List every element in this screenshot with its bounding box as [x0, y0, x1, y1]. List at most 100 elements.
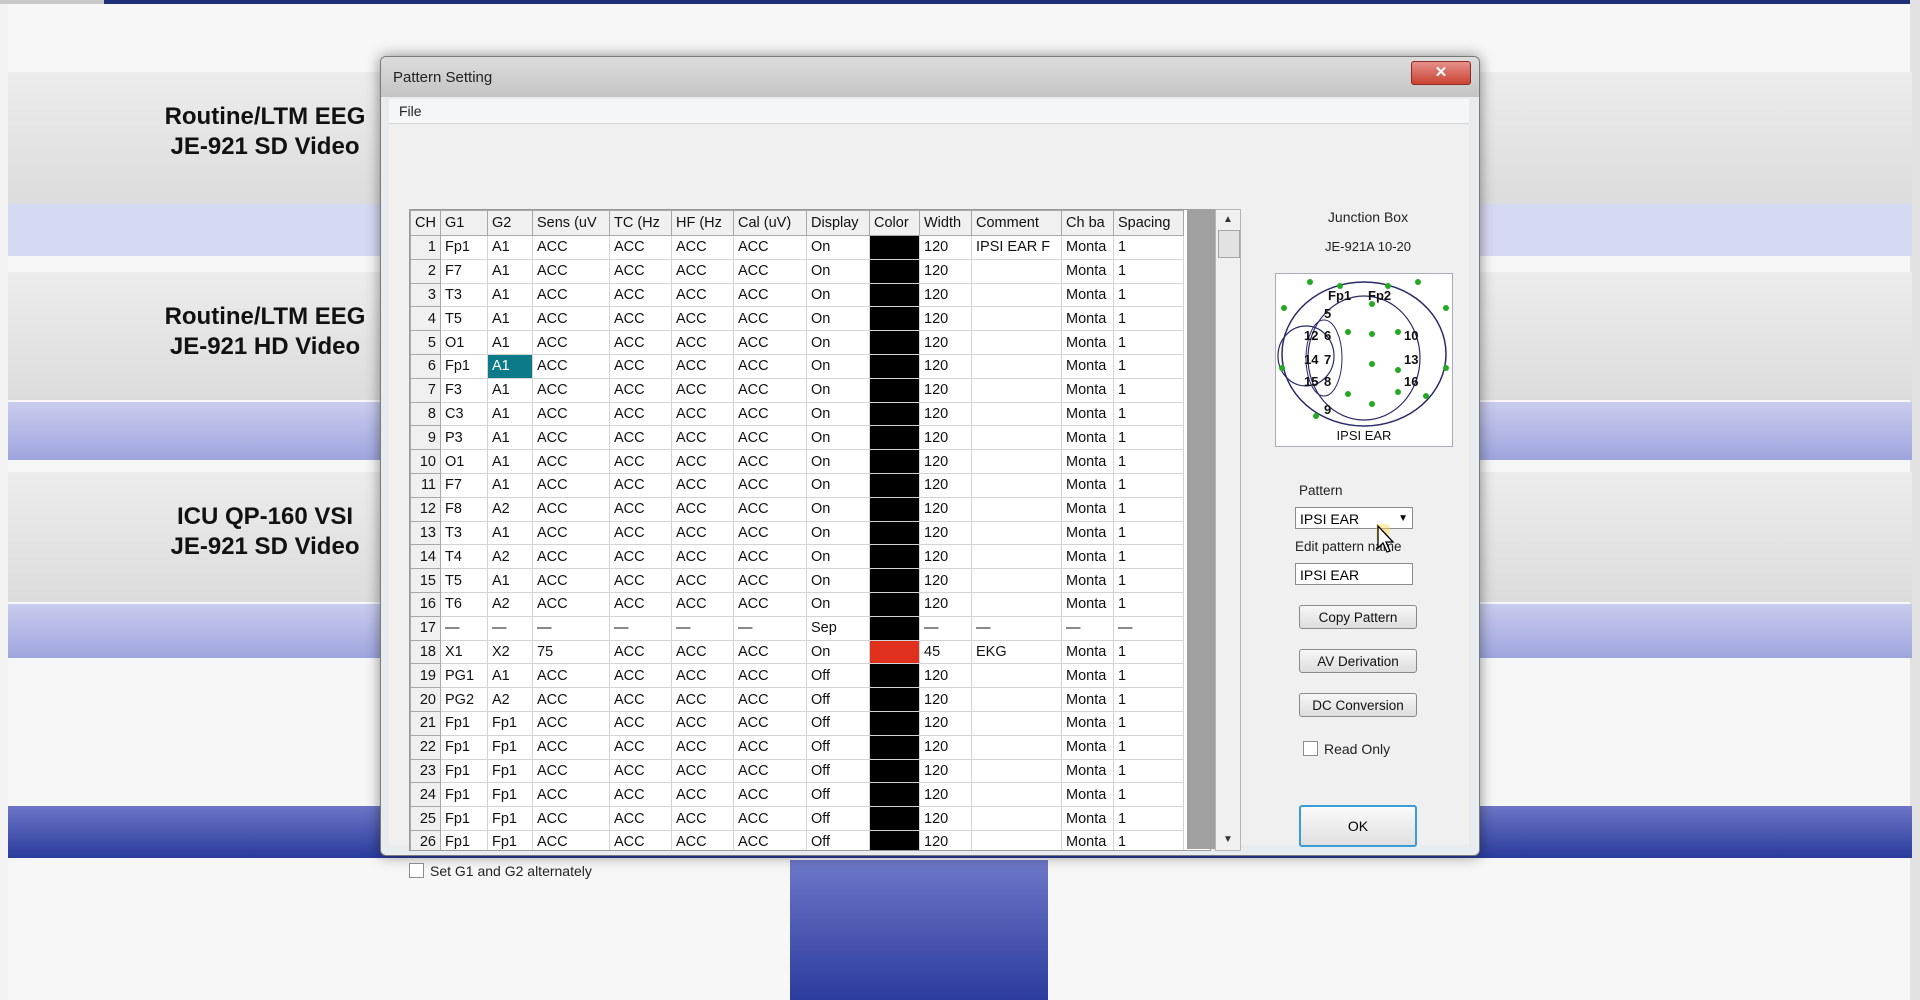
- column-header[interactable]: HF (Hz: [671, 210, 734, 236]
- column-header[interactable]: Spacing: [1113, 210, 1184, 236]
- cell-g1[interactable]: —: [440, 615, 488, 641]
- cell-cal[interactable]: ACC: [733, 663, 807, 689]
- cell-hf[interactable]: ACC: [671, 710, 734, 736]
- cell-chba[interactable]: Monta: [1061, 829, 1114, 850]
- cell-spacing[interactable]: 1: [1113, 425, 1184, 451]
- cell-cal[interactable]: ACC: [733, 687, 807, 712]
- table-row[interactable]: 24 Fp1 Fp1 ACC ACC ACC ACC Off 120 Monta 1: [410, 782, 1184, 808]
- dc-conversion-button[interactable]: DC Conversion: [1299, 693, 1417, 717]
- cell-width[interactable]: 120: [919, 353, 972, 379]
- row-number[interactable]: 16: [410, 591, 441, 617]
- row-number[interactable]: 9: [410, 425, 441, 451]
- cell-width[interactable]: 120: [919, 782, 972, 808]
- row-number[interactable]: 22: [410, 734, 441, 760]
- cell-comment[interactable]: [971, 496, 1062, 522]
- cell-g1[interactable]: T5: [440, 306, 488, 332]
- cell-g1[interactable]: PG2: [440, 687, 488, 712]
- cell-g2[interactable]: A1: [487, 258, 533, 284]
- cell-hf[interactable]: ACC: [671, 330, 734, 355]
- pattern-name-input[interactable]: IPSI EAR: [1295, 563, 1413, 585]
- menu-file[interactable]: File: [399, 103, 422, 119]
- cell-cal[interactable]: ACC: [733, 591, 807, 617]
- row-number[interactable]: 25: [410, 806, 441, 831]
- grid-scrollbar[interactable]: ▲ ▼: [1215, 209, 1241, 851]
- cell-hf[interactable]: ACC: [671, 449, 734, 474]
- color-swatch[interactable]: [870, 236, 919, 259]
- color-swatch[interactable]: [870, 545, 919, 568]
- cell-display[interactable]: Off: [806, 829, 870, 850]
- cell-chba[interactable]: Monta: [1061, 710, 1114, 736]
- row-number[interactable]: 11: [410, 472, 441, 498]
- cell-display[interactable]: On: [806, 401, 870, 427]
- cell-spacing[interactable]: 1: [1113, 330, 1184, 355]
- cell-comment[interactable]: [971, 258, 1062, 284]
- cell-tc[interactable]: ACC: [609, 306, 672, 332]
- channel-grid[interactable]: CH G1 G2 Sens (uV TC (Hz HF (Hz Cal (uV) Displa…: [409, 209, 1211, 851]
- cell-spacing[interactable]: 1: [1113, 401, 1184, 427]
- cell-g2[interactable]: A1: [487, 306, 533, 332]
- read-only-checkbox[interactable]: Read Only: [1303, 741, 1390, 757]
- cell-g1[interactable]: F8: [440, 496, 488, 522]
- row-number[interactable]: 15: [410, 568, 441, 593]
- cell-g2[interactable]: X2: [487, 639, 533, 665]
- color-swatch[interactable]: [870, 593, 919, 616]
- cell-cal[interactable]: ACC: [733, 568, 807, 593]
- cell-g2[interactable]: A2: [487, 687, 533, 712]
- copy-pattern-button[interactable]: Copy Pattern: [1299, 605, 1417, 629]
- cell-spacing[interactable]: 1: [1113, 282, 1184, 308]
- cell-chba[interactable]: Monta: [1061, 544, 1114, 570]
- cell-spacing[interactable]: 1: [1113, 235, 1184, 260]
- dialog-titlebar[interactable]: Pattern Setting ✕: [381, 57, 1479, 97]
- cell-comment[interactable]: [971, 782, 1062, 808]
- column-header[interactable]: Ch ba: [1061, 210, 1114, 236]
- cell-g2[interactable]: Fp1: [487, 710, 533, 736]
- cell-width[interactable]: 120: [919, 330, 972, 355]
- color-swatch[interactable]: [870, 307, 919, 330]
- cell-sens[interactable]: ACC: [532, 377, 610, 403]
- cell-spacing[interactable]: 1: [1113, 520, 1184, 546]
- cell-sens[interactable]: ACC: [532, 758, 610, 784]
- cell-spacing[interactable]: 1: [1113, 544, 1184, 570]
- cell-sens[interactable]: ACC: [532, 663, 610, 689]
- color-swatch[interactable]: [870, 498, 919, 521]
- cell-width[interactable]: 120: [919, 449, 972, 474]
- cell-cal[interactable]: ACC: [733, 235, 807, 260]
- table-row[interactable]: 15 T5 A1 ACC ACC ACC ACC On 120 Monta 1: [410, 568, 1184, 593]
- cell-width[interactable]: 120: [919, 377, 972, 403]
- cell-g2[interactable]: A1: [487, 520, 533, 546]
- cell-tc[interactable]: ACC: [609, 377, 672, 403]
- cell-hf[interactable]: ACC: [671, 520, 734, 546]
- row-number[interactable]: 14: [410, 544, 441, 570]
- cell-hf[interactable]: ACC: [671, 496, 734, 522]
- color-swatch[interactable]: [870, 331, 919, 354]
- table-row[interactable]: 13 T3 A1 ACC ACC ACC ACC On 120 Monta 1: [410, 520, 1184, 546]
- alternate-checkbox[interactable]: Set G1 and G2 alternately: [409, 863, 592, 879]
- cell-spacing[interactable]: 1: [1113, 782, 1184, 808]
- cell-sens[interactable]: ACC: [532, 829, 610, 850]
- column-header[interactable]: Sens (uV: [532, 210, 610, 236]
- table-row[interactable]: 2 F7 A1 ACC ACC ACC ACC On 120 Monta 1: [410, 258, 1184, 284]
- cell-hf[interactable]: —: [671, 615, 734, 641]
- color-swatch-cell[interactable]: [869, 353, 920, 379]
- cell-g2[interactable]: A1: [487, 401, 533, 427]
- color-swatch[interactable]: [870, 260, 919, 283]
- cell-g2[interactable]: —: [487, 615, 533, 641]
- cell-chba[interactable]: Monta: [1061, 687, 1114, 712]
- cell-chba[interactable]: Monta: [1061, 425, 1114, 451]
- color-swatch[interactable]: [870, 617, 919, 640]
- table-row[interactable]: 20 PG2 A2 ACC ACC ACC ACC Off 120 Monta 1: [410, 687, 1184, 712]
- cell-cal[interactable]: ACC: [733, 544, 807, 570]
- cell-spacing[interactable]: 1: [1113, 758, 1184, 784]
- cell-chba[interactable]: Monta: [1061, 330, 1114, 355]
- table-row[interactable]: 9 P3 A1 ACC ACC ACC ACC On 120 Monta 1: [410, 425, 1184, 451]
- cell-chba[interactable]: Monta: [1061, 377, 1114, 403]
- cell-tc[interactable]: ACC: [609, 687, 672, 712]
- cell-tc[interactable]: ACC: [609, 258, 672, 284]
- cell-chba[interactable]: Monta: [1061, 568, 1114, 593]
- cell-tc[interactable]: ACC: [609, 782, 672, 808]
- row-number[interactable]: 17: [410, 615, 441, 641]
- cell-tc[interactable]: ACC: [609, 235, 672, 260]
- cell-display[interactable]: Off: [806, 663, 870, 689]
- cell-tc[interactable]: ACC: [609, 282, 672, 308]
- color-swatch-cell[interactable]: [869, 425, 920, 451]
